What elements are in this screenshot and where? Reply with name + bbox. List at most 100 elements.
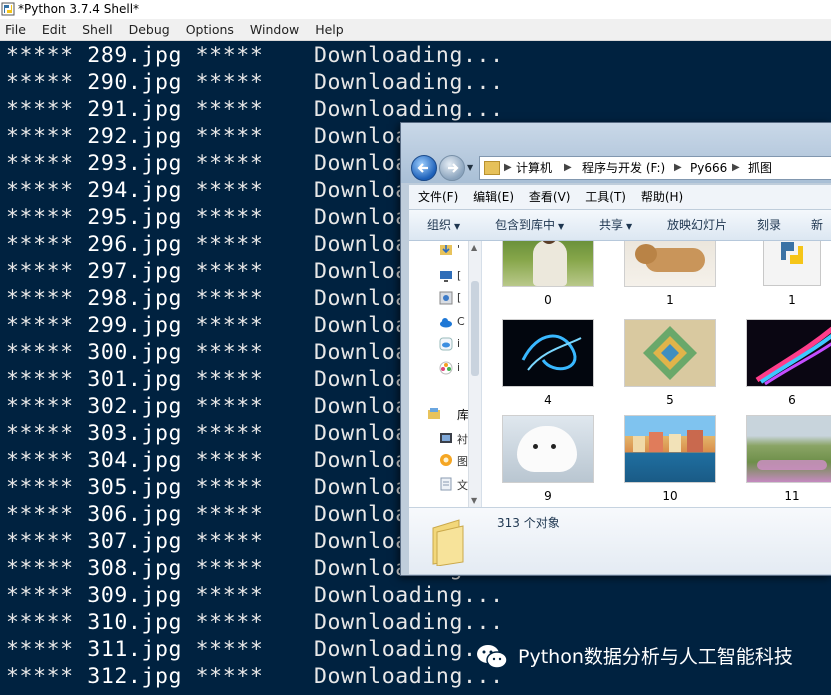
file-list[interactable]: 0 1 1 4 5 6 9 10 11	[482, 241, 831, 507]
star-marker: *****	[195, 70, 264, 95]
file-item[interactable]: 10	[624, 415, 716, 503]
desktop-icon	[440, 271, 452, 282]
forward-button[interactable]	[439, 155, 465, 181]
download-status: Downloading...	[314, 43, 504, 68]
file-item[interactable]: 6	[746, 319, 831, 407]
address-bar[interactable]: ▶ 计算机 ▶ 程序与开发 (F:) ▶ Py666 ▶ 抓图	[479, 156, 831, 180]
log-line: ***** 303.jpg *****Downloading...	[6, 420, 503, 447]
star-marker: *****	[195, 475, 264, 500]
menu-help[interactable]: 帮助(H)	[641, 185, 683, 209]
scroll-up-icon[interactable]: ▲	[471, 243, 477, 252]
star-marker: *****	[6, 340, 74, 365]
download-status: Downloading...	[314, 583, 504, 608]
breadcrumb-current-folder[interactable]: 抓图	[748, 157, 772, 179]
file-item[interactable]: 11	[746, 415, 831, 503]
file-item[interactable]: 9	[502, 415, 594, 503]
star-marker: *****	[6, 448, 74, 473]
menu-view[interactable]: 查看(V)	[529, 185, 571, 209]
file-name: 298.jpg	[87, 286, 183, 311]
star-marker: *****	[6, 43, 74, 68]
star-marker: *****	[195, 124, 264, 149]
menu-shell[interactable]: Shell	[76, 19, 119, 40]
log-line: ***** 299.jpg *****Downloading...	[6, 312, 503, 339]
arrow-right-icon	[448, 163, 459, 173]
log-line: ***** 311.jpg ***** Downloading...	[6, 636, 503, 663]
star-marker: *****	[6, 205, 74, 230]
file-name: 294.jpg	[87, 178, 183, 203]
star-marker: *****	[195, 259, 264, 284]
breadcrumb-separator-icon: ▶	[564, 162, 572, 173]
pictures-icon	[440, 454, 452, 466]
menu-help[interactable]: Help	[309, 19, 350, 40]
star-marker: *****	[6, 97, 74, 122]
file-name: 303.jpg	[87, 421, 183, 446]
breadcrumb-computer[interactable]: 计算机	[516, 157, 552, 179]
star-marker: *****	[6, 178, 74, 203]
log-line: ***** 295.jpg *****Downloading...	[6, 204, 503, 231]
shell-titlebar: *Python 3.7.4 Shell*	[0, 0, 831, 19]
burn-button[interactable]: 刻录	[757, 210, 781, 240]
star-marker: *****	[195, 394, 264, 419]
file-name: 4	[544, 393, 552, 407]
file-name: 301.jpg	[87, 367, 183, 392]
scrollbar-thumb[interactable]	[471, 281, 479, 376]
library-icon	[428, 408, 440, 419]
star-marker: *****	[6, 124, 74, 149]
log-line: ***** 298.jpg *****Downloading...	[6, 285, 503, 312]
breadcrumb-drive[interactable]: 程序与开发 (F:)	[582, 157, 665, 179]
menu-options[interactable]: Options	[180, 19, 240, 40]
menu-window[interactable]: Window	[244, 19, 305, 40]
explorer-window[interactable]: ▼ ▶ 计算机 ▶ 程序与开发 (F:) ▶ Py666 ▶ 抓图 文件(F) …	[400, 122, 831, 576]
navigation-pane[interactable]: ' [ [ C i i 库 衬 图 文 ▲ ▼	[409, 241, 482, 507]
star-marker: *****	[6, 286, 74, 311]
star-marker: *****	[195, 151, 264, 176]
log-line: ***** 291.jpg ***** Downloading...	[6, 96, 503, 123]
log-line: ***** 305.jpg *****Downloading...	[6, 474, 503, 501]
scroll-down-icon[interactable]: ▼	[471, 496, 477, 505]
star-marker: *****	[195, 286, 264, 311]
star-marker: *****	[195, 448, 264, 473]
share-button[interactable]: 共享 ▼	[599, 210, 632, 242]
back-button[interactable]	[411, 155, 437, 181]
download-status: Downloading...	[314, 97, 504, 122]
details-pane: 313 个对象	[409, 507, 831, 574]
log-line: ***** 310.jpg ***** Downloading...	[6, 609, 503, 636]
breadcrumb-py666[interactable]: Py666	[690, 157, 727, 179]
file-item[interactable]: 5	[624, 319, 716, 407]
menu-edit[interactable]: 编辑(E)	[473, 185, 514, 209]
star-marker: *****	[6, 556, 74, 581]
file-name: 291.jpg	[87, 97, 183, 122]
menu-tools[interactable]: 工具(T)	[585, 185, 626, 209]
history-dropdown-icon[interactable]: ▼	[467, 163, 475, 172]
file-name: 0	[544, 293, 552, 307]
star-marker: *****	[195, 583, 264, 608]
menu-debug[interactable]: Debug	[123, 19, 176, 40]
file-item[interactable]: 1	[746, 241, 831, 307]
star-marker: *****	[6, 151, 74, 176]
file-name: 11	[784, 489, 800, 503]
menu-file[interactable]: File	[0, 19, 32, 40]
star-marker: *****	[195, 178, 264, 203]
thumbnail-blue-neon-swirl	[502, 319, 594, 387]
log-line: ***** 306.jpg *****Downloading...	[6, 501, 503, 528]
watermark: Python数据分析与人工智能科技	[472, 636, 831, 676]
nav-pane-scrollbar[interactable]: ▲ ▼	[468, 241, 481, 507]
include-in-library-button[interactable]: 包含到库中 ▼	[495, 210, 564, 242]
file-name: 5	[666, 393, 674, 407]
organize-button[interactable]: 组织 ▼	[427, 210, 460, 242]
file-item[interactable]: 1	[624, 241, 716, 307]
star-marker: *****	[195, 205, 264, 230]
file-name: 292.jpg	[87, 124, 183, 149]
file-name: 300.jpg	[87, 340, 183, 365]
log-line: ***** 309.jpg ***** Downloading...	[6, 582, 503, 609]
file-item[interactable]: 4	[502, 319, 594, 407]
star-marker: *****	[6, 637, 74, 662]
menu-edit[interactable]: Edit	[36, 19, 72, 40]
slideshow-button[interactable]: 放映幻灯片	[667, 210, 727, 240]
share-label: 共享	[599, 218, 624, 232]
file-name: 312.jpg	[87, 664, 183, 689]
star-marker: *****	[195, 421, 264, 446]
menu-file[interactable]: 文件(F)	[418, 185, 458, 209]
file-item[interactable]: 0	[502, 241, 594, 307]
star-marker: *****	[195, 637, 264, 662]
